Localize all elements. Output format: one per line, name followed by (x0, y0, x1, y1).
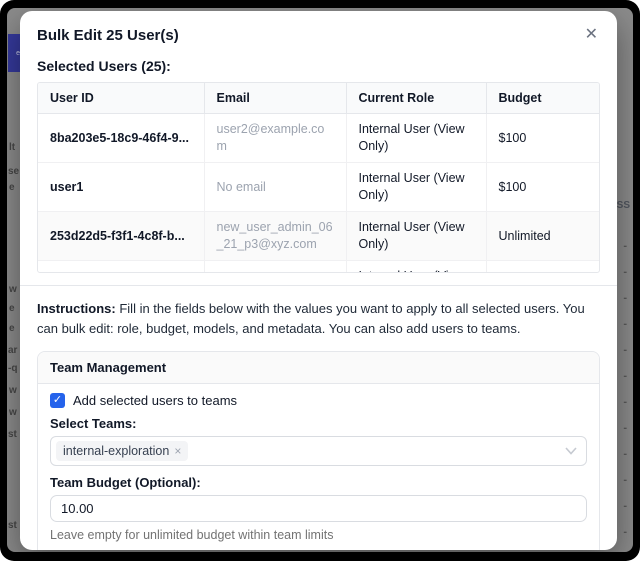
selected-team-tag-label: internal-exploration (63, 444, 169, 458)
background-text-fragment: -q (8, 363, 17, 374)
select-teams-label: Select Teams: (50, 416, 587, 431)
instructions-label: Instructions: (37, 301, 116, 316)
table-row: 5dbd2335-cdd6-47ca-b... inter Internal U… (38, 261, 599, 274)
background-dash: - (623, 240, 627, 252)
background-text-fragment: e (9, 323, 15, 334)
selected-users-heading: Selected Users (25): (37, 58, 600, 74)
team-budget-input[interactable] (50, 495, 587, 522)
column-header-current-role: Current Role (346, 83, 486, 114)
screenshot-frame: e lt se e w e e ar -q w w st st SS - - -… (0, 0, 640, 561)
cell-user-id: 253d22d5-f3f1-4c8f-b... (38, 212, 204, 261)
background-dash: - (623, 474, 627, 486)
cell-budget: Unlimited (486, 212, 599, 261)
cell-user-id: 8ba203e5-18c9-46f4-9... (38, 114, 204, 163)
background-dash: - (623, 318, 627, 330)
background-dash: - (623, 396, 627, 408)
add-users-to-teams-checkbox[interactable]: ✓ (50, 393, 65, 408)
cell-budget: $100 (486, 163, 599, 212)
cell-role: Internal User (View Only) (346, 163, 486, 212)
instructions-body: Fill in the fields below with the values… (37, 301, 585, 336)
table-row: 253d22d5-f3f1-4c8f-b... new_user_admin_0… (38, 212, 599, 261)
background-text-fragment: w (9, 284, 17, 295)
table-row: user1 No email Internal User (View Only)… (38, 163, 599, 212)
cell-budget: Unlimited (486, 261, 599, 274)
background-dash: - (623, 448, 627, 460)
column-header-email: Email (204, 83, 346, 114)
team-management-heading: Team Management (38, 352, 599, 384)
background-text-fragment: e (9, 182, 15, 193)
background-text-fragment: ar (8, 345, 17, 356)
background-dash: - (623, 422, 627, 434)
team-budget-label: Team Budget (Optional): (50, 475, 587, 490)
cell-user-id: 5dbd2335-cdd6-47ca-b... (38, 261, 204, 274)
column-header-budget: Budget (486, 83, 599, 114)
add-users-to-teams-label[interactable]: Add selected users to teams (73, 393, 237, 408)
cell-user-id: user1 (38, 163, 204, 212)
background-dash: - (623, 500, 627, 512)
cell-role: Internal User (View Only) (346, 114, 486, 163)
cell-role: Internal User (View Only) (346, 261, 486, 274)
background-text-fragment: se (8, 166, 19, 177)
column-header-user-id: User ID (38, 83, 204, 114)
table-row: 8ba203e5-18c9-46f4-9... user2@example.co… (38, 114, 599, 163)
modal-title: Bulk Edit 25 User(s) (37, 27, 179, 45)
selected-users-table[interactable]: User ID Email Current Role Budget 8ba203… (37, 82, 600, 273)
bulk-edit-modal: Bulk Edit 25 User(s) ✕ Selected Users (2… (20, 11, 617, 550)
teams-multiselect[interactable]: internal-exploration × (50, 436, 587, 466)
instructions-text: Instructions: Fill in the fields below w… (37, 299, 600, 339)
background-text-fragment: st (8, 520, 17, 531)
section-divider (20, 285, 617, 286)
cell-email: new_user_admin_06_21_p3@xyz.com (204, 212, 346, 261)
remove-tag-icon[interactable]: × (174, 445, 181, 457)
chevron-down-icon[interactable] (565, 447, 577, 455)
background-text-fragment: lt (9, 142, 15, 153)
background-dash: - (623, 526, 627, 538)
table-header-row: User ID Email Current Role Budget (38, 83, 599, 114)
background-dash: - (623, 344, 627, 356)
background-text-fragment: st (8, 429, 17, 440)
background-column-header-fragment: SS (617, 200, 630, 211)
team-management-section: Team Management ✓ Add selected users to … (37, 351, 600, 550)
cell-email: No email (204, 163, 346, 212)
background-dash: - (623, 292, 627, 304)
background-dash: - (623, 370, 627, 382)
checkmark-icon: ✓ (53, 395, 62, 406)
background-text-fragment: e (9, 303, 15, 314)
cell-budget: $100 (486, 114, 599, 163)
background-text-fragment: w (9, 407, 17, 418)
cell-email: user2@example.com (204, 114, 346, 163)
selected-team-tag: internal-exploration × (56, 441, 188, 461)
cell-email: inter (204, 261, 346, 274)
background-text-fragment: w (9, 385, 17, 396)
background-dash: - (623, 266, 627, 278)
cell-role: Internal User (View Only) (346, 212, 486, 261)
close-icon[interactable]: ✕ (583, 27, 600, 43)
budget-help-text: Leave empty for unlimited budget within … (50, 528, 587, 542)
